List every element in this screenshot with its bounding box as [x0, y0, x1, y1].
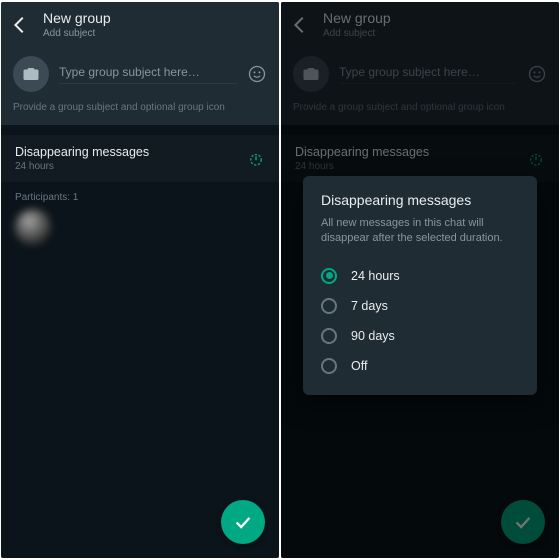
- participants-label: Participants: 1: [1, 182, 279, 209]
- radio-option-90-days[interactable]: 90 days: [321, 321, 519, 351]
- radio-icon: [321, 358, 337, 374]
- participants-row: [1, 209, 279, 245]
- radio-label: 24 hours: [351, 269, 400, 283]
- screen-dialog-open: New group Add subject Type group subject…: [281, 2, 559, 558]
- radio-option-7-days[interactable]: 7 days: [321, 291, 519, 321]
- radio-option-off[interactable]: Off: [321, 351, 519, 381]
- group-icon-picker[interactable]: [13, 56, 49, 92]
- radio-label: 7 days: [351, 299, 388, 313]
- dialog-title: Disappearing messages: [321, 192, 519, 208]
- subject-input[interactable]: Type group subject here…: [59, 65, 237, 84]
- subject-helper: Provide a group subject and optional gro…: [13, 102, 267, 113]
- disappearing-dialog: Disappearing messages All new messages i…: [303, 176, 537, 395]
- appbar: New group Add subject: [1, 2, 279, 48]
- dialog-description: All new messages in this chat will disap…: [321, 216, 519, 247]
- disappearing-title: Disappearing messages: [15, 145, 149, 159]
- radio-option-24-hours[interactable]: 24 hours: [321, 261, 519, 291]
- confirm-fab[interactable]: [221, 500, 265, 544]
- radio-icon: [321, 268, 337, 284]
- appbar-titles: New group Add subject: [43, 11, 111, 38]
- disappearing-text: Disappearing messages 24 hours: [15, 145, 149, 172]
- divider: [1, 125, 279, 135]
- timer-icon: [247, 150, 265, 168]
- emoji-icon[interactable]: [247, 64, 267, 84]
- back-arrow-icon[interactable]: [9, 14, 31, 36]
- subject-area: Type group subject here… Provide a group…: [1, 48, 279, 125]
- avatar[interactable]: [15, 209, 51, 245]
- radio-label: 90 days: [351, 329, 395, 343]
- screen-new-group: New group Add subject Type group subject…: [1, 2, 279, 558]
- radio-icon: [321, 328, 337, 344]
- disappearing-value: 24 hours: [15, 161, 149, 172]
- appbar-title: New group: [43, 11, 111, 26]
- radio-icon: [321, 298, 337, 314]
- appbar-subtitle: Add subject: [43, 28, 111, 39]
- subject-row: Type group subject here…: [13, 56, 267, 92]
- radio-label: Off: [351, 359, 367, 373]
- disappearing-messages-row[interactable]: Disappearing messages 24 hours: [1, 135, 279, 182]
